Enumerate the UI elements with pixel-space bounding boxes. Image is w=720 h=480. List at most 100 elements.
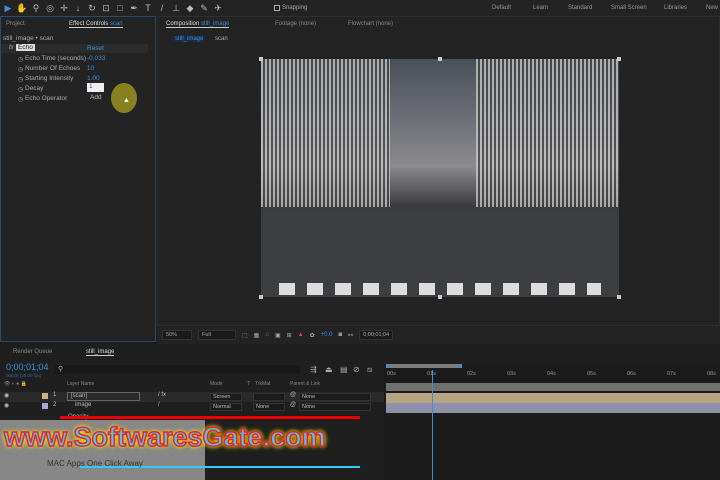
transform-handle[interactable] xyxy=(438,57,442,61)
snapping-toggle[interactable]: Snapping xyxy=(274,5,307,11)
exposure-value[interactable]: +0.0 xyxy=(321,332,333,338)
label-color[interactable] xyxy=(42,403,48,409)
orbit-tool-icon[interactable]: ◎ xyxy=(44,2,56,14)
tab-project[interactable]: Project xyxy=(6,21,25,27)
brush-tool-icon[interactable]: / xyxy=(156,2,168,14)
zoom-dropdown[interactable]: 50% xyxy=(162,330,192,340)
tab-flowchart[interactable]: Flowchart (none) xyxy=(348,21,393,27)
tab-render-queue[interactable]: Render Queue xyxy=(13,349,52,355)
transform-handle[interactable] xyxy=(438,295,442,299)
pen-tool-icon[interactable]: ✒ xyxy=(128,2,140,14)
anchor-tool-icon[interactable]: ⊡ xyxy=(100,2,112,14)
stopwatch-icon[interactable]: ◷ xyxy=(18,66,23,73)
workspace-standard[interactable]: Standard xyxy=(568,5,592,11)
eraser-tool-icon[interactable]: ◆ xyxy=(184,2,196,14)
fx-icon[interactable]: fx xyxy=(9,45,14,51)
mode-dropdown[interactable]: Normal xyxy=(210,403,242,411)
graph-editor-icon[interactable]: ⧅ xyxy=(367,365,372,375)
pick-whip-icon[interactable]: @ xyxy=(290,392,296,398)
stopwatch-icon[interactable]: ◷ xyxy=(18,96,23,103)
rotate-tool-icon[interactable]: ↻ xyxy=(86,2,98,14)
echo-time-value[interactable]: -0.033 xyxy=(87,55,105,62)
workspace-libraries[interactable]: Libraries xyxy=(664,5,687,11)
reset-link[interactable]: Reset xyxy=(87,45,104,52)
layer-name[interactable]: image xyxy=(75,402,91,408)
region-of-interest-icon[interactable]: ⬚ xyxy=(242,332,248,339)
stopwatch-icon[interactable]: ◷ xyxy=(18,76,23,83)
playhead[interactable] xyxy=(432,370,434,480)
echo-operator-dropdown[interactable]: Add xyxy=(90,94,102,101)
stopwatch-icon[interactable]: ◷ xyxy=(18,56,23,63)
trkmat-dropdown[interactable]: None xyxy=(253,403,285,411)
selection-tool-icon[interactable]: ▶ xyxy=(2,2,14,14)
snapshot-icon[interactable]: ◙ xyxy=(339,332,343,338)
transform-handle[interactable] xyxy=(259,57,263,61)
transform-handle[interactable] xyxy=(617,295,621,299)
mask-visibility-icon[interactable]: ⌂ xyxy=(265,332,269,338)
layer-search-input[interactable]: ⚲ xyxy=(55,365,300,374)
crumb-still-image[interactable]: still_image xyxy=(173,36,206,42)
ruler-tick-label: 04s xyxy=(547,371,556,377)
workspace-new[interactable]: New xyxy=(706,5,718,11)
layer-bar-image[interactable] xyxy=(386,403,720,413)
color-management-icon[interactable]: ✿ xyxy=(310,332,315,339)
echoes-value[interactable]: 10 xyxy=(87,65,94,72)
workspace-learn[interactable]: Learn xyxy=(533,5,548,11)
resolution-dropdown[interactable]: Full xyxy=(198,330,236,340)
effect-row-echo[interactable]: fx Echo Reset xyxy=(1,44,148,53)
transform-handle[interactable] xyxy=(617,57,621,61)
pan-tool-icon[interactable]: ✛ xyxy=(58,2,70,14)
grid-icon[interactable]: ⊞ xyxy=(287,332,292,339)
viewer-timecode[interactable]: 0;00;01;04 xyxy=(359,330,394,340)
shy-layers-icon[interactable]: ⏏ xyxy=(325,365,333,374)
color-channel-icon[interactable]: ▲ xyxy=(298,332,304,338)
transparency-grid-icon[interactable]: ▦ xyxy=(254,332,260,339)
timeline-track-area[interactable]: 00s01s02s03s04s05s06s07s08s xyxy=(384,364,720,480)
intensity-value[interactable]: 1.00 xyxy=(87,75,100,82)
roto-brush-tool-icon[interactable]: ✎ xyxy=(198,2,210,14)
tab-composition[interactable]: Composition still_image xyxy=(166,21,230,28)
layer-row-2[interactable]: ◉ 2 image / Normal None @ None xyxy=(0,402,384,412)
zoom-tool-icon[interactable]: ⚲ xyxy=(30,2,42,14)
mode-dropdown[interactable]: Screen xyxy=(210,393,242,401)
layer-name[interactable]: [scan] xyxy=(67,392,140,401)
tab-still-image[interactable]: still_image xyxy=(86,349,115,356)
puppet-tool-icon[interactable]: ✈ xyxy=(212,2,224,14)
text-tool-icon[interactable]: T xyxy=(142,2,154,14)
show-snapshot-icon[interactable]: ⚯ xyxy=(348,332,353,339)
draft-3d-icon[interactable]: ⇶ xyxy=(310,365,317,374)
stopwatch-icon[interactable]: ◷ xyxy=(18,86,23,93)
hand-tool-icon[interactable]: ✋ xyxy=(16,2,28,14)
parent-dropdown[interactable]: None xyxy=(299,393,371,401)
tab-footage[interactable]: Footage (none) xyxy=(275,21,316,27)
crumb-scan[interactable]: scan xyxy=(215,36,228,42)
motion-blur-icon[interactable]: ⊘ xyxy=(353,365,360,374)
trkmat-dropdown[interactable] xyxy=(253,393,285,401)
parent-dropdown[interactable]: None xyxy=(299,403,371,411)
header-layer-name[interactable]: Layer Name xyxy=(67,381,94,387)
checkbox-icon[interactable] xyxy=(274,5,280,11)
current-time[interactable]: 0;00;01;04 xyxy=(6,362,49,372)
dolly-tool-icon[interactable]: ↓ xyxy=(72,2,84,14)
label-color[interactable] xyxy=(42,393,48,399)
fx-switch-icon[interactable]: / fx xyxy=(158,392,166,398)
pick-whip-icon[interactable]: @ xyxy=(290,402,296,408)
work-area-bar[interactable] xyxy=(386,364,462,368)
tab-effect-controls[interactable]: Effect Controls scan xyxy=(69,21,123,28)
transform-handle[interactable] xyxy=(259,295,263,299)
layer-bar-scan[interactable] xyxy=(386,393,720,403)
guides-icon[interactable]: ▣ xyxy=(275,332,281,339)
effect-name[interactable]: Echo xyxy=(16,44,35,51)
eye-icon[interactable]: ◉ xyxy=(4,402,9,409)
composition-frame[interactable] xyxy=(261,59,619,297)
decay-input[interactable]: 1 xyxy=(87,83,104,92)
workspace-default[interactable]: Default xyxy=(492,5,511,11)
shape-tool-icon[interactable]: □ xyxy=(114,2,126,14)
eye-icon[interactable]: ◉ xyxy=(4,392,9,399)
layer-row-1[interactable]: ◉ 1 [scan] / fx Screen @ None xyxy=(0,392,384,402)
clone-stamp-tool-icon[interactable]: ⊥ xyxy=(170,2,182,14)
frame-blending-icon[interactable]: ▤ xyxy=(340,365,348,374)
workspace-small-screen[interactable]: Small Screen xyxy=(611,5,647,11)
quality-switch-icon[interactable]: / xyxy=(158,402,160,408)
buildings-left xyxy=(261,59,390,207)
